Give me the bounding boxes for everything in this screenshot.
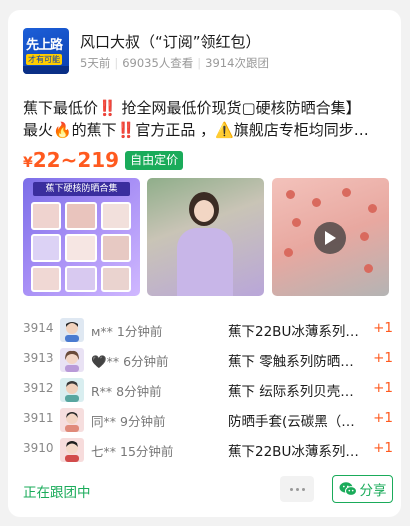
meta-divider: | bbox=[197, 56, 202, 70]
follow-number: 3914 bbox=[23, 321, 54, 335]
more-button[interactable] bbox=[280, 476, 314, 502]
follow-number: 3912 bbox=[23, 381, 54, 395]
follow-item: 防晒手套(云碳黑（… bbox=[228, 414, 355, 430]
umbrella-video-thumbnail[interactable] bbox=[272, 178, 389, 296]
follower-name-time: 七** 15分钟前 bbox=[91, 441, 173, 460]
follow-count: 3914次跟团 bbox=[205, 56, 269, 70]
follower-list: 3914 ᴍ** 1分钟前 蕉下22BU冰薄系列… +1 3913 🖤** 6分… bbox=[23, 315, 393, 465]
model-face bbox=[194, 200, 214, 222]
follow-time: 9分钟前 bbox=[120, 414, 166, 429]
post-description[interactable]: 蕉下最低价‼️ 抢全网最低价现货▢硬核防晒合集】 最火🔥的蕉下‼️官方正品 ，⚠… bbox=[23, 97, 388, 141]
follower-name: 七** bbox=[91, 444, 117, 459]
follow-time: 1分钟前 bbox=[116, 324, 163, 339]
follow-item: 蕉下22BU冰薄系列… bbox=[228, 324, 359, 340]
meta-divider: | bbox=[114, 56, 119, 70]
follower-name: 🖤** bbox=[91, 354, 120, 369]
pattern-dot bbox=[286, 190, 295, 199]
post-time: 5天前 bbox=[80, 56, 111, 70]
model-photo-image[interactable] bbox=[147, 178, 264, 296]
follower-row[interactable]: 3910 七** 15分钟前 蕉下22BU冰薄系列… +1 bbox=[23, 435, 393, 465]
avatar-logo-subtext: 才有可能 bbox=[26, 54, 62, 65]
author-avatar[interactable]: 先上路 才有可能 bbox=[23, 28, 69, 74]
follow-quantity: +1 bbox=[373, 320, 393, 336]
pattern-dot bbox=[368, 204, 377, 213]
price-tag: 自由定价 bbox=[125, 150, 184, 170]
post-line-1: 蕉下最低价‼️ 抢全网最低价现货▢硬核防晒合集】 bbox=[23, 99, 361, 117]
more-dot-icon bbox=[289, 487, 293, 491]
image-gallery: 蕉下硬核防晒合集 bbox=[23, 178, 389, 296]
follower-name-time: ᴍ** 1分钟前 bbox=[91, 321, 162, 340]
author-name[interactable]: 风口大叔（“订阅”领红包） bbox=[80, 31, 261, 52]
share-label: 分享 bbox=[359, 483, 387, 499]
avatar-logo-text: 先上路 bbox=[26, 38, 63, 53]
group-buy-card[interactable]: 先上路 才有可能 风口大叔（“订阅”领红包） 5天前 | 69035人查看 | 3914… bbox=[8, 10, 401, 517]
collage-tile bbox=[31, 202, 61, 230]
product-collage-image[interactable]: 蕉下硬核防晒合集 bbox=[23, 178, 140, 296]
follower-avatar bbox=[60, 378, 84, 402]
collage-tile bbox=[101, 266, 131, 292]
follow-number: 3913 bbox=[23, 351, 54, 365]
follow-status[interactable]: 正在跟团中 bbox=[23, 481, 91, 501]
model-figure bbox=[177, 228, 233, 296]
share-button[interactable]: 分享 bbox=[332, 475, 393, 503]
follow-quantity: +1 bbox=[373, 440, 393, 456]
follow-item: 蕉下 纭际系列贝壳… bbox=[228, 384, 354, 400]
post-line-2: 最火🔥的蕉下‼️官方正品 ，⚠️旗舰店专柜均同步… bbox=[23, 121, 369, 139]
follower-avatar bbox=[60, 408, 84, 432]
follower-row[interactable]: 3912 R** 8分钟前 蕉下 纭际系列贝壳… +1 bbox=[23, 375, 393, 405]
more-dot-icon bbox=[295, 487, 299, 491]
follow-item: 蕉下 零触系列防晒… bbox=[228, 354, 354, 370]
card-header: 先上路 才有可能 风口大叔（“订阅”领红包） 5天前 | 69035人查看 | 3914… bbox=[23, 28, 389, 76]
follower-name-time: R** 8分钟前 bbox=[91, 381, 162, 400]
follow-time: 8分钟前 bbox=[116, 384, 162, 399]
view-count: 69035人查看 bbox=[122, 56, 194, 70]
avatar-stripe bbox=[23, 66, 69, 74]
collage-tile bbox=[65, 266, 97, 292]
collage-tile bbox=[31, 234, 61, 262]
post-meta: 5天前 | 69035人查看 | 3914次跟团 bbox=[80, 55, 269, 71]
follower-name: R** bbox=[91, 384, 113, 399]
follow-quantity: +1 bbox=[373, 410, 393, 426]
card-footer: 正在跟团中 分享 bbox=[23, 475, 393, 505]
follower-name: ᴍ** bbox=[91, 324, 113, 339]
follow-time: 15分钟前 bbox=[120, 444, 174, 459]
pattern-dot bbox=[292, 218, 301, 227]
price-range: 22~219 bbox=[32, 148, 120, 172]
collage-tile bbox=[65, 202, 97, 230]
follow-item: 蕉下22BU冰薄系列… bbox=[228, 444, 359, 460]
pattern-dot bbox=[364, 264, 373, 273]
currency-symbol: ¥ bbox=[23, 155, 33, 171]
follow-number: 3910 bbox=[23, 441, 54, 455]
follow-quantity: +1 bbox=[373, 380, 393, 396]
follow-time: 6分钟前 bbox=[123, 354, 169, 369]
play-icon bbox=[325, 231, 336, 245]
collage-tile bbox=[101, 234, 131, 262]
collage-tile bbox=[65, 234, 97, 262]
follow-quantity: +1 bbox=[373, 350, 393, 366]
price: ¥22~219 bbox=[23, 148, 119, 172]
follower-avatar bbox=[60, 348, 84, 372]
follower-row[interactable]: 3913 🖤** 6分钟前 蕉下 零触系列防晒… +1 bbox=[23, 345, 393, 375]
price-row: ¥22~219 自由定价 bbox=[23, 147, 184, 173]
follower-name-time: 同** 9分钟前 bbox=[91, 411, 165, 430]
follower-name: 同** bbox=[91, 414, 117, 429]
follower-avatar bbox=[60, 318, 84, 342]
collage-title: 蕉下硬核防晒合集 bbox=[33, 182, 130, 196]
wechat-icon bbox=[339, 482, 357, 496]
follow-number: 3911 bbox=[23, 411, 54, 425]
pattern-dot bbox=[284, 248, 293, 257]
more-dot-icon bbox=[301, 487, 305, 491]
follower-avatar bbox=[60, 438, 84, 462]
play-button[interactable] bbox=[314, 222, 346, 254]
follower-row[interactable]: 3914 ᴍ** 1分钟前 蕉下22BU冰薄系列… +1 bbox=[23, 315, 393, 345]
collage-tile bbox=[31, 266, 61, 292]
collage-tile bbox=[101, 202, 131, 230]
pattern-dot bbox=[360, 232, 369, 241]
follower-name-time: 🖤** 6分钟前 bbox=[91, 351, 169, 370]
pattern-dot bbox=[312, 198, 321, 207]
follower-row[interactable]: 3911 同** 9分钟前 防晒手套(云碳黑（… +1 bbox=[23, 405, 393, 435]
pattern-dot bbox=[342, 188, 351, 197]
